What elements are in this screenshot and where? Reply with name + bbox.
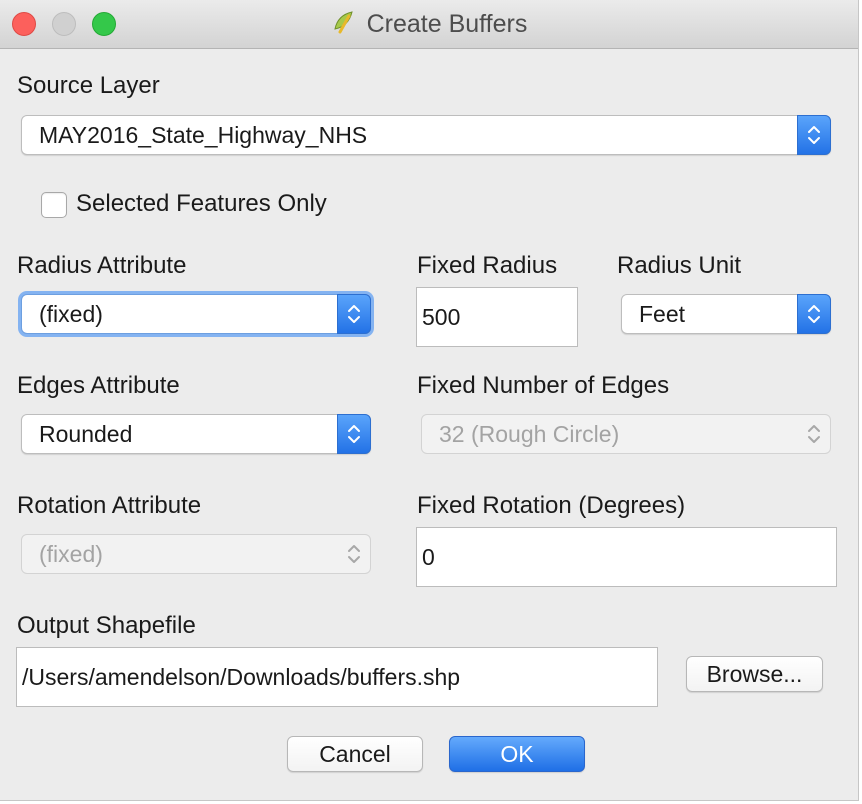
fixed-radius-input[interactable]: 500: [416, 287, 578, 347]
edges-attribute-select[interactable]: Rounded: [21, 414, 371, 454]
radius-unit-label: Radius Unit: [617, 252, 742, 279]
rotation-attribute-label: Rotation Attribute: [17, 492, 202, 519]
radius-unit-select[interactable]: Feet: [621, 294, 831, 334]
output-shapefile-label: Output Shapefile: [17, 612, 196, 639]
window-title: Create Buffers: [366, 9, 528, 38]
radius-unit-stepper[interactable]: [797, 294, 831, 334]
source-layer-label: Source Layer: [17, 72, 160, 99]
up-down-arrows-icon: [348, 305, 360, 323]
selected-features-only-checkbox[interactable]: [41, 192, 67, 218]
up-down-arrows-icon: [808, 126, 820, 144]
edges-attribute-value: Rounded: [39, 421, 133, 447]
up-down-arrows-icon: [348, 425, 360, 443]
source-layer-select[interactable]: MAY2016_State_Highway_NHS: [21, 115, 831, 155]
radius-attribute-label: Radius Attribute: [17, 252, 187, 279]
cancel-button[interactable]: Cancel: [287, 736, 423, 772]
radius-attribute-stepper[interactable]: [337, 294, 371, 334]
fixed-radius-label: Fixed Radius: [417, 252, 558, 279]
fixed-edges-select[interactable]: 32 (Rough Circle): [421, 414, 831, 454]
up-down-arrows-icon: [808, 425, 820, 443]
source-layer-value: MAY2016_State_Highway_NHS: [39, 122, 368, 148]
radius-attribute-select[interactable]: (fixed): [21, 294, 371, 334]
up-down-arrows-icon: [808, 305, 820, 323]
radius-unit-value: Feet: [639, 301, 686, 327]
output-shapefile-input[interactable]: /Users/amendelson/Downloads/buffers.shp: [16, 647, 658, 707]
fixed-rotation-label: Fixed Rotation (Degrees): [417, 492, 686, 519]
fixed-edges-label: Fixed Number of Edges: [417, 372, 670, 399]
rotation-attribute-value: (fixed): [39, 541, 103, 567]
create-buffers-dialog: Create Buffers Source Layer MAY2016_Stat…: [0, 0, 859, 801]
qgis-logo-icon: [331, 9, 357, 40]
up-down-arrows-icon: [348, 545, 360, 563]
browse-button[interactable]: Browse...: [686, 656, 823, 692]
title-bar: Create Buffers: [0, 0, 858, 49]
rotation-attribute-select[interactable]: (fixed): [21, 534, 371, 574]
selected-features-only-label: Selected Features Only: [76, 190, 327, 217]
edges-attribute-label: Edges Attribute: [17, 372, 180, 399]
source-layer-stepper[interactable]: [797, 115, 831, 155]
ok-button[interactable]: OK: [449, 736, 585, 772]
radius-attribute-value: (fixed): [39, 301, 103, 327]
fixed-rotation-input[interactable]: 0: [416, 527, 837, 587]
edges-attribute-stepper[interactable]: [337, 414, 371, 454]
fixed-edges-value: 32 (Rough Circle): [439, 421, 620, 447]
